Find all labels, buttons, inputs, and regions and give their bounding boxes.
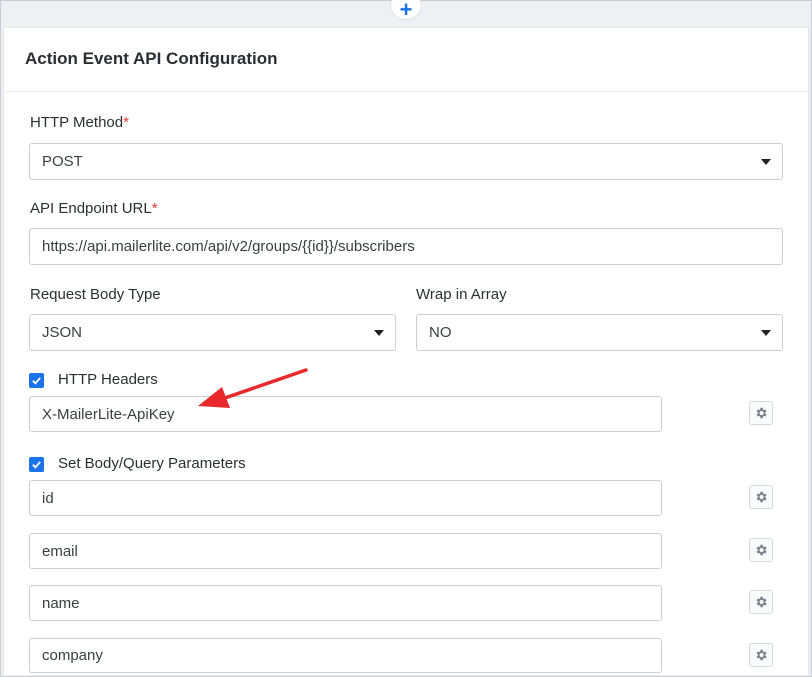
param-value: company	[42, 647, 103, 664]
param-value: id	[42, 489, 54, 507]
param-settings-button[interactable]	[749, 538, 773, 562]
param-input-id[interactable]: id	[29, 480, 662, 516]
required-mark: *	[151, 200, 158, 217]
http-headers-label: HTTP Headers	[58, 371, 158, 388]
http-method-label: HTTP Method*	[30, 114, 129, 131]
param-settings-button[interactable]	[749, 485, 773, 509]
caret-down-icon	[374, 330, 384, 336]
plus-icon: +	[399, 0, 413, 22]
param-settings-button[interactable]	[749, 590, 773, 614]
gear-icon	[756, 544, 767, 556]
endpoint-label: API Endpoint URL*	[30, 200, 158, 217]
endpoint-url-value: https://api.mailerlite.com/api/v2/groups…	[42, 238, 415, 255]
annotation-arrow	[198, 368, 308, 408]
body-type-value: JSON	[42, 324, 83, 341]
caret-down-icon	[761, 330, 771, 336]
gear-icon	[756, 649, 767, 661]
body-type-label: Request Body Type	[30, 286, 161, 303]
wrap-array-label: Wrap in Array	[416, 286, 507, 303]
endpoint-label-text: API Endpoint URL	[30, 200, 152, 217]
card-header: Action Event API Configuration	[4, 28, 808, 92]
http-method-value: POST	[42, 153, 83, 170]
card-title: Action Event API Configuration	[25, 48, 278, 68]
gear-icon	[756, 491, 767, 503]
header-key-input[interactable]: X-MailerLite-ApiKey	[29, 396, 662, 432]
header-settings-button[interactable]	[749, 401, 773, 425]
wrap-array-value: NO	[429, 324, 452, 341]
wrap-array-select[interactable]: NO	[416, 314, 783, 351]
gear-icon	[756, 407, 767, 419]
param-input-name[interactable]: name	[29, 585, 662, 621]
required-mark: *	[123, 114, 129, 131]
checkmark-icon	[32, 461, 41, 469]
param-value: name	[42, 594, 80, 612]
body-params-checkbox[interactable]	[29, 457, 44, 472]
http-method-label-text: HTTP Method	[30, 114, 124, 131]
body-params-label: Set Body/Query Parameters	[58, 455, 246, 472]
header-key-value: X-MailerLite-ApiKey	[42, 405, 175, 423]
checkmark-icon	[32, 377, 41, 385]
http-headers-checkbox[interactable]	[29, 373, 44, 388]
gear-icon	[756, 596, 767, 608]
http-method-select[interactable]: POST	[29, 143, 783, 180]
param-settings-button[interactable]	[749, 643, 773, 667]
param-value: email	[42, 542, 78, 560]
add-step-button[interactable]: +	[390, 0, 422, 22]
param-input-email[interactable]: email	[29, 533, 662, 569]
endpoint-url-input[interactable]: https://api.mailerlite.com/api/v2/groups…	[29, 228, 783, 265]
param-input-company[interactable]: company	[29, 638, 662, 673]
caret-down-icon	[761, 159, 771, 165]
body-type-select[interactable]: JSON	[29, 314, 396, 351]
